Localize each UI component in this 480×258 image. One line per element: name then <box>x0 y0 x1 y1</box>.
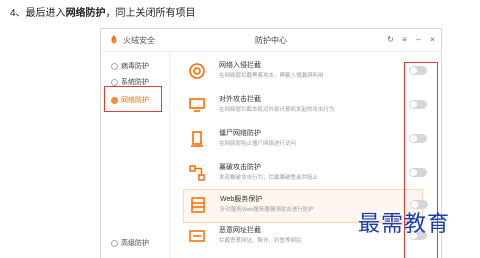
item-desc: 拦截恶意网址、欺诈、钓鱼等网站 <box>219 238 302 244</box>
list-item: 僵尸网络防护 在网络层阻止僵尸网络进行访问 <box>183 124 427 158</box>
network-nodes-icon <box>189 165 205 181</box>
item-name: 僵尸网络防护 <box>219 130 261 137</box>
system-shield-icon <box>111 78 118 86</box>
list-item: 对外攻击拦截 在网络层拦截本机对外部计算机发起的攻击行为 <box>183 90 427 124</box>
item-name: Web服务保护 <box>220 196 263 203</box>
item-desc: 针对服务Web服务器漏洞攻击进行防护 <box>220 207 314 213</box>
item-name: 恶意网址拦截 <box>219 227 261 234</box>
item-name: 暴破攻击防护 <box>219 164 261 171</box>
close-button[interactable]: × <box>427 34 438 45</box>
url-block-icon <box>189 230 205 242</box>
virus-shield-icon <box>111 62 118 70</box>
item-desc: 在网络层拦截本机对外部计算机发起的攻击行为 <box>219 107 335 113</box>
minimize-button[interactable]: – <box>413 34 424 45</box>
item-desc: 在网络层拦截黑客攻击，屏蔽入侵漏洞利用 <box>219 73 324 79</box>
item-name: 对外攻击拦截 <box>219 96 261 103</box>
watermark: 最需教育 <box>358 212 451 237</box>
advanced-shield-icon <box>111 239 118 247</box>
item-desc: 发现暴破攻击行为，拦截暴破登录并阻止 <box>219 175 319 181</box>
item-desc: 在网络层阻止僵尸网络进行访问 <box>219 141 297 147</box>
sidebar-item-advanced[interactable]: 高级防护 <box>111 237 149 249</box>
menu-icon[interactable]: ≡ <box>399 34 410 45</box>
title-bar: 火绒安全 防护中心 ↻ ≡ – × <box>101 29 441 52</box>
highlight-box-sidebar <box>104 86 162 112</box>
sidebar: 病毒防护 系统防护 网络防护 高级防护 <box>101 52 170 258</box>
list-item: 网络入侵拦截 在网络层拦截黑客攻击，屏蔽入侵漏洞利用 <box>183 56 427 90</box>
refresh-icon[interactable]: ↻ <box>385 34 396 45</box>
instruction-text: 4、最后进入网络防护，同上关闭所有项目 <box>10 8 196 19</box>
web-server-icon <box>191 197 205 213</box>
zombie-host-icon <box>191 131 203 147</box>
item-name: 网络入侵拦截 <box>219 62 261 69</box>
sidebar-item-virus[interactable]: 病毒防护 <box>111 60 149 72</box>
list-item: 暴破攻击防护 发现暴破攻击行为，拦截暴破登录并阻止 <box>183 158 427 192</box>
monitor-icon <box>189 98 205 112</box>
target-icon <box>189 63 205 79</box>
